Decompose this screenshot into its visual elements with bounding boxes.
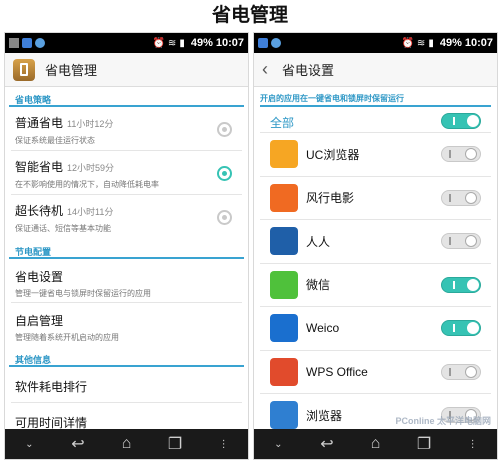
autostart-item[interactable]: 自启管理 管理随着系统开机启动的应用: [11, 303, 242, 347]
battery-percent: 49%: [190, 37, 213, 49]
app-whitelist: 开启的应用在一键省电和锁屏时保留运行 全部 UC浏览器风行电影人人微信 Weico…: [254, 87, 497, 429]
menu-dots-icon[interactable]: ⋮: [459, 434, 487, 454]
nav-bar: ⌄ ↩ ⌂ ❐ ⋮: [5, 429, 248, 459]
app-toggle[interactable]: [441, 276, 481, 293]
menu-dots-icon[interactable]: ⋮: [210, 434, 238, 454]
nav-bar: ⌄ ↩ ⌂ ❐ ⋮: [254, 429, 497, 459]
signal-icon: ▮: [428, 37, 434, 49]
action-bar: ‹ 省电设置: [254, 53, 497, 87]
item-title: 自启管理: [15, 314, 64, 328]
app-name: Weico: [306, 321, 340, 336]
app-name: WPS Office: [306, 364, 368, 379]
alarm-icon: ⏰: [152, 37, 165, 49]
app-name: 人人: [306, 234, 331, 249]
app-toggle[interactable]: [441, 363, 481, 380]
wifi-icon: ≋: [416, 37, 426, 49]
mode-duration: 11小时12分: [67, 119, 114, 129]
alarm-icon: ⏰: [401, 37, 414, 49]
app-power-ranking-item[interactable]: 软件耗电排行: [11, 367, 242, 403]
section-other: 其他信息: [9, 347, 244, 367]
app-name: 风行电影: [306, 191, 355, 206]
globe-icon: [35, 38, 45, 48]
mode-normal[interactable]: 普通省电 11小时12分 保证系统最佳运行状态: [11, 107, 242, 151]
signal-icon: ▮: [179, 37, 185, 49]
screen-title: 省电管理: [45, 63, 98, 78]
app-toggle[interactable]: [441, 233, 481, 250]
mode-smart[interactable]: 智能省电 12小时59分 在不影响使用的情况下，自动降低耗电率: [11, 151, 242, 195]
mode-duration: 14小时11分: [67, 207, 114, 217]
battery-percent: 49%: [439, 37, 462, 49]
wifi-icon: ≋: [167, 37, 177, 49]
all-toggle[interactable]: [441, 113, 481, 129]
uc-browser-icon: [270, 140, 298, 169]
chevron-down-icon[interactable]: ⌄: [264, 434, 292, 454]
usage-time-detail-item[interactable]: 可用时间详情: [11, 403, 242, 429]
home-icon[interactable]: ⌂: [361, 434, 389, 454]
mode-duration: 12小时59分: [67, 163, 115, 173]
section-strategy: 省电策略: [9, 87, 244, 107]
app-row[interactable]: WPS Office: [260, 351, 491, 394]
app-row[interactable]: 人人: [260, 220, 491, 264]
right-screen: ⏰ ≋ ▮ 49% 10:07 ‹ 省电设置 开启的应用在一键省电和锁屏时保留运…: [253, 32, 498, 460]
app-name: UC浏览器: [306, 147, 360, 162]
radio-ultra-standby[interactable]: [217, 210, 232, 225]
globe-icon: [271, 38, 281, 48]
power-save-settings-item[interactable]: 省电设置 管理一键省电与锁屏时保留运行的应用: [11, 259, 242, 303]
app-toggle[interactable]: [441, 189, 481, 206]
renren-icon: [270, 227, 298, 256]
section-config: 节电配置: [9, 239, 244, 259]
all-label: 全部: [270, 116, 295, 130]
status-bar: ⏰ ≋ ▮ 49% 10:07: [5, 33, 248, 53]
back-icon[interactable]: ↩: [64, 434, 92, 454]
recent-apps-icon[interactable]: ❐: [161, 434, 189, 454]
back-arrow-icon[interactable]: ‹: [262, 59, 268, 80]
app-toggle[interactable]: [441, 320, 481, 337]
wps-office-icon: [270, 357, 298, 386]
action-bar: 省电管理: [5, 53, 248, 87]
chevron-down-icon[interactable]: ⌄: [15, 434, 43, 454]
weico-icon: [270, 314, 298, 343]
mode-name: 智能省电: [15, 160, 64, 174]
clock: 10:07: [215, 37, 244, 49]
back-icon[interactable]: ↩: [313, 434, 341, 454]
item-desc: 管理一键省电与锁屏时保留运行的应用: [15, 289, 151, 298]
watermark: PConline 太平洋电脑网: [395, 416, 491, 426]
settings-list: 省电策略 普通省电 11小时12分 保证系统最佳运行状态 智能省电 12小时59分 …: [5, 87, 248, 429]
mode-name: 普通省电: [15, 116, 64, 130]
mode-name: 超长待机: [15, 204, 64, 218]
app-row[interactable]: UC浏览器: [260, 133, 491, 177]
item-desc: 管理随着系统开机启动的应用: [15, 333, 119, 342]
radio-smart[interactable]: [217, 166, 232, 181]
power-manager-app-icon: [13, 58, 35, 81]
funshion-icon: [270, 183, 298, 212]
status-bar: ⏰ ≋ ▮ 49% 10:07: [254, 33, 497, 53]
wechat-icon: [270, 270, 298, 299]
page-caption: 省电管理: [211, 5, 288, 26]
clock: 10:07: [464, 37, 493, 49]
home-icon[interactable]: ⌂: [112, 434, 140, 454]
screen-title: 省电设置: [282, 63, 335, 78]
app-toggle[interactable]: [441, 146, 481, 163]
shield-icon: [258, 38, 268, 48]
mode-desc: 保证系统最佳运行状态: [15, 136, 95, 145]
browser-icon: [270, 401, 298, 429]
shield-icon: [22, 38, 32, 48]
mode-desc: 保证通话、短信等基本功能: [15, 224, 111, 233]
whitelist-header: 开启的应用在一键省电和锁屏时保留运行: [260, 87, 491, 107]
app-row[interactable]: 微信: [260, 264, 491, 307]
left-screen: ⏰ ≋ ▮ 49% 10:07 省电管理 省电策略 普通省电 11小时12分 保证…: [4, 32, 249, 460]
recent-apps-icon[interactable]: ❐: [410, 434, 438, 454]
all-apps-row[interactable]: 全部: [260, 107, 491, 133]
app-name: 浏览器: [306, 408, 343, 423]
radio-normal[interactable]: [217, 122, 232, 137]
mode-desc: 在不影响使用的情况下，自动降低耗电率: [15, 180, 159, 189]
item-title: 省电设置: [15, 270, 64, 284]
app-row[interactable]: 风行电影: [260, 177, 491, 220]
mode-ultra-standby[interactable]: 超长待机 14小时11分 保证通话、短信等基本功能: [11, 195, 242, 239]
app-name: 微信: [306, 278, 331, 293]
gallery-icon: [9, 38, 19, 48]
app-row[interactable]: Weico: [260, 307, 491, 351]
